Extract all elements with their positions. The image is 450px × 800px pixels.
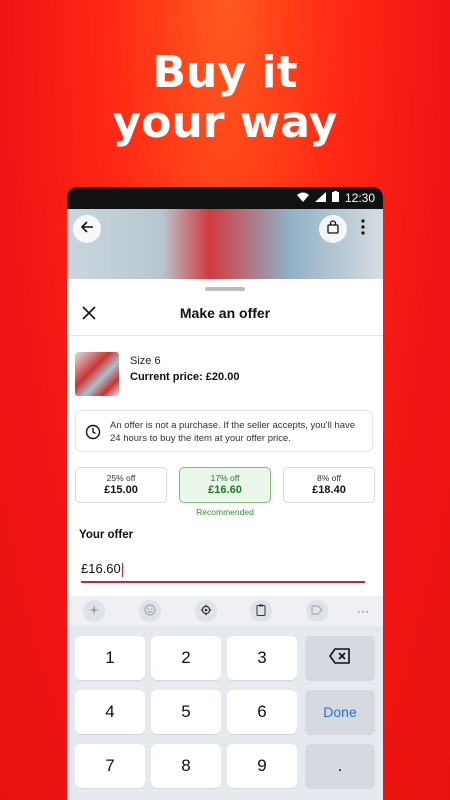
back-arrow-icon <box>79 219 95 240</box>
key-5[interactable]: 5 <box>151 690 221 734</box>
recommended-label: Recommended <box>196 507 254 517</box>
offer-percent: 8% off <box>317 473 341 483</box>
translate-button[interactable] <box>306 600 328 622</box>
offer-percent: 17% off <box>210 473 240 483</box>
signal-icon <box>314 191 326 205</box>
phone-frame: 12:30 Make an offer Size 6 Current price… <box>67 187 383 800</box>
sheet-header: Make an offer <box>67 297 383 335</box>
your-offer-label: Your offer <box>79 529 134 541</box>
sheet-drag-handle[interactable] <box>205 287 245 291</box>
sparkle-icon <box>89 604 99 618</box>
item-size: Size 6 <box>130 355 161 367</box>
done-key[interactable]: Done <box>305 690 375 734</box>
emoji-icon <box>144 604 156 619</box>
key-6[interactable]: 6 <box>227 690 297 734</box>
offer-percent: 25% off <box>106 473 136 483</box>
battery-icon <box>331 191 339 205</box>
settings-button[interactable] <box>195 600 217 622</box>
key-2[interactable]: 2 <box>151 636 221 680</box>
offer-amount: £18.40 <box>312 484 346 496</box>
back-button[interactable] <box>73 215 101 243</box>
item-thumbnail <box>75 352 119 396</box>
header-divider <box>67 335 383 336</box>
offer-amount: £16.60 <box>208 484 242 496</box>
product-image <box>67 209 383 279</box>
key-9[interactable]: 9 <box>227 744 297 788</box>
keyboard-toolbar: ··· <box>67 596 383 626</box>
headline-line2: your way <box>112 97 338 148</box>
key-7[interactable]: 7 <box>75 744 145 788</box>
wifi-icon <box>296 191 309 205</box>
offer-info-box: An offer is not a purchase. If the selle… <box>75 410 373 452</box>
sparkle-button[interactable] <box>83 600 105 622</box>
clipboard-icon <box>256 604 266 619</box>
offer-input-value: £16.60 <box>81 561 121 576</box>
more-button[interactable]: ··· <box>352 600 374 622</box>
sheet-title: Make an offer <box>179 305 271 321</box>
current-price: Current price: £20.00 <box>130 371 240 383</box>
key-dot[interactable]: . <box>305 744 375 788</box>
key-8[interactable]: 8 <box>151 744 221 788</box>
text-caret <box>121 562 123 577</box>
numeric-keyboard: 1 2 3 4 5 6 Done 7 8 9 . <box>67 626 383 800</box>
more-vert-icon <box>361 218 365 240</box>
key-3[interactable]: 3 <box>227 636 297 680</box>
offer-input[interactable]: £16.60 <box>81 561 365 583</box>
basket-icon <box>326 219 340 239</box>
key-1[interactable]: 1 <box>75 636 145 680</box>
offer-option-8[interactable]: 8% off £18.40 <box>283 467 375 503</box>
backspace-key[interactable] <box>305 636 375 680</box>
status-time: 12:30 <box>344 191 375 205</box>
gear-icon <box>200 604 212 619</box>
key-4[interactable]: 4 <box>75 690 145 734</box>
translate-icon <box>311 605 323 618</box>
offer-option-17[interactable]: 17% off £16.60 <box>179 467 271 503</box>
basket-button[interactable] <box>319 215 347 243</box>
offer-option-25[interactable]: 25% off £15.00 <box>75 467 167 503</box>
offer-info-text: An offer is not a purchase. If the selle… <box>110 420 356 444</box>
more-menu-button[interactable] <box>349 215 377 243</box>
timer-icon <box>84 423 102 441</box>
backspace-icon <box>329 647 351 669</box>
clipboard-button[interactable] <box>250 600 272 622</box>
status-bar: 12:30 <box>67 187 383 209</box>
emoji-button[interactable] <box>139 600 161 622</box>
offer-amount: £15.00 <box>104 484 138 496</box>
headline: Buy it your way <box>0 48 450 148</box>
headline-line1: Buy it <box>152 47 298 98</box>
